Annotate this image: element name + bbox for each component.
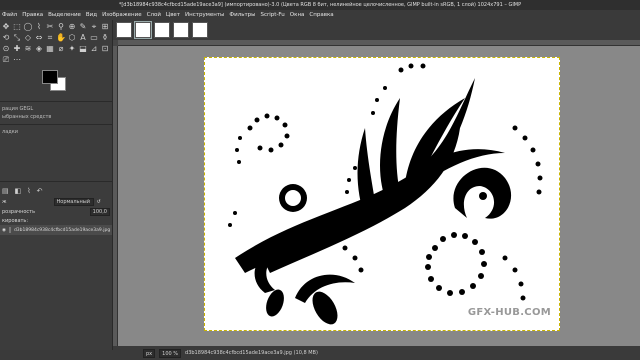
undo-tab-icon[interactable]: ↶ — [37, 187, 43, 195]
tool-icon[interactable]: ⌇ — [34, 22, 44, 32]
tool-icon[interactable]: ✎ — [78, 22, 88, 32]
paths-tab-icon[interactable]: ⌇ — [27, 187, 30, 195]
reset-icon[interactable]: ↺ — [97, 199, 101, 205]
tool-icon[interactable]: ◇ — [23, 33, 33, 43]
watermark-text: GFX-HUB.COM — [467, 307, 551, 318]
left-status — [0, 350, 113, 360]
tool-icon[interactable]: ≋ — [23, 44, 33, 54]
menu-item[interactable]: Изображение — [102, 10, 142, 20]
tool-icon[interactable]: ✚ — [12, 44, 22, 54]
menu-item[interactable]: Справка — [309, 10, 333, 20]
tool-icon[interactable]: ◈ — [34, 44, 44, 54]
menu-item[interactable]: Вид — [86, 10, 97, 20]
image-tab-1[interactable] — [116, 22, 132, 38]
opacity-row: розрачность 100,0 — [0, 207, 112, 217]
tool-options-hint: ыбранных средств — [2, 114, 52, 120]
menu-item[interactable]: Script-Fu — [261, 10, 285, 20]
tool-icon[interactable]: ⬚ — [12, 22, 22, 32]
unit-select[interactable]: px — [143, 348, 156, 358]
tool-icon[interactable]: ⚱ — [100, 33, 110, 43]
tool-options-label: ладки — [2, 129, 18, 135]
menubar: Файл Правка Выделение Вид Изображение Слой Цве… — [0, 10, 640, 20]
menu-item[interactable]: Фильтры — [229, 10, 255, 20]
menu-item[interactable]: Окна — [290, 10, 305, 20]
mode-label-prefix: ж — [2, 199, 7, 205]
menu-item[interactable]: Инструменты — [185, 10, 224, 20]
tool-icon[interactable]: ⊡ — [100, 44, 110, 54]
dock-tabs: ▤ ◧ ⌇ ↶ — [0, 185, 112, 197]
lock-row: кировать: — [0, 217, 112, 225]
image-tab-2[interactable] — [134, 21, 152, 39]
divider — [0, 124, 112, 125]
opacity-field[interactable]: 100,0 — [89, 208, 110, 216]
image-tab-4[interactable] — [173, 22, 189, 38]
tool-icon[interactable]: ⋯ — [12, 55, 22, 65]
menu-item[interactable]: Цвет — [166, 10, 180, 20]
lock-label: кировать: — [2, 218, 29, 224]
tool-icon[interactable]: ⬓ — [78, 44, 88, 54]
tool-icon[interactable]: ⎚ — [1, 55, 11, 65]
tool-grid: ✥ ⬚ ◯ ⌇ ✂ ⚲ ⊕ ✎ ⌖ ⊞ ⟲ ⤡ ◇ ⇔ ⌗ ✋ ⬡ A ▭ ⚱ ⊙ ✚ ≋ ◈ ▦ ⌀ ✦ ⬓ ⊿ ⊡ ⎚ ⋯ — [0, 20, 112, 68]
layer-thumbnail — [8, 227, 11, 233]
layer-name[interactable]: d3b18984c938c4cfbcd15ade19ace3a9.jpg — [14, 228, 110, 233]
tool-icon[interactable]: ⤡ — [12, 33, 22, 43]
tool-icon[interactable]: ⊞ — [100, 22, 110, 32]
tool-icon[interactable]: ◯ — [23, 22, 33, 32]
tool-icon[interactable]: ⊙ — [1, 44, 11, 54]
tool-icon[interactable]: ⌖ — [89, 22, 99, 32]
image-canvas[interactable]: GFX-HUB.COM — [204, 57, 560, 331]
tool-icon[interactable]: ⟲ — [1, 33, 11, 43]
tool-options-title: рация GEGL — [2, 106, 34, 112]
tool-icon[interactable]: ⊕ — [67, 22, 77, 32]
window-title: *[d3b18984c938c4cfbcd15ade19ace3a9] (имп… — [0, 0, 640, 10]
layers-tab-icon[interactable]: ▤ — [2, 187, 9, 195]
visibility-eye-icon[interactable]: ◉ — [2, 228, 6, 233]
tool-icon[interactable]: ⌗ — [45, 33, 55, 43]
tool-icon[interactable]: ▭ — [89, 33, 99, 43]
foreground-color-swatch[interactable] — [42, 70, 58, 84]
image-tab-5[interactable] — [192, 22, 208, 38]
mode-row: ж Нормальный ↺ — [0, 197, 112, 207]
canvas-area[interactable]: GFX-HUB.COM — [118, 46, 640, 346]
menu-item[interactable]: Слой — [147, 10, 161, 20]
tool-icon[interactable]: ⌀ — [56, 44, 66, 54]
mode-select[interactable]: Нормальный — [53, 198, 94, 206]
tool-icon[interactable]: ▦ — [45, 44, 55, 54]
toolbox-panel: ✥ ⬚ ◯ ⌇ ✂ ⚲ ⊕ ✎ ⌖ ⊞ ⟲ ⤡ ◇ ⇔ ⌗ ✋ ⬡ A ▭ ⚱ ⊙ ✚ ≋ ◈ ▦ ⌀ ✦ ⬓ ⊿ ⊡ ⎚ ⋯ рация G… — [0, 20, 113, 350]
image-tab-3[interactable] — [154, 22, 170, 38]
menu-item[interactable]: Выделение — [48, 10, 81, 20]
image-tabs — [113, 20, 640, 40]
tool-icon[interactable]: ✋ — [56, 33, 66, 43]
zoom-select[interactable]: 100 % — [159, 348, 182, 358]
tool-icon[interactable]: ⚲ — [56, 22, 66, 32]
status-file-info: d3b18984c938c4cfbcd15ade19ace3a9.jpg (10… — [185, 350, 318, 356]
divider — [0, 101, 112, 102]
statusbar: px 100 % d3b18984c938c4cfbcd15ade19ace3a… — [113, 346, 640, 360]
floral-swirl-artwork — [228, 63, 543, 325]
tool-icon[interactable]: ✂ — [45, 22, 55, 32]
tool-icon[interactable]: ⇔ — [34, 33, 44, 43]
tool-icon[interactable]: ⬡ — [67, 33, 77, 43]
menu-item[interactable]: Файл — [2, 10, 17, 20]
tool-icon[interactable]: ⊿ — [89, 44, 99, 54]
channels-tab-icon[interactable]: ◧ — [15, 187, 22, 195]
color-swatches — [0, 68, 112, 98]
menu-item[interactable]: Правка — [22, 10, 43, 20]
opacity-label: розрачность — [2, 209, 36, 215]
tool-icon[interactable]: A — [78, 33, 88, 43]
divider — [0, 181, 112, 182]
tool-icon[interactable]: ✥ — [1, 22, 11, 32]
tool-icon[interactable]: ✦ — [67, 44, 77, 54]
layer-item[interactable]: ◉ d3b18984c938c4cfbcd15ade19ace3a9.jpg — [0, 225, 112, 235]
